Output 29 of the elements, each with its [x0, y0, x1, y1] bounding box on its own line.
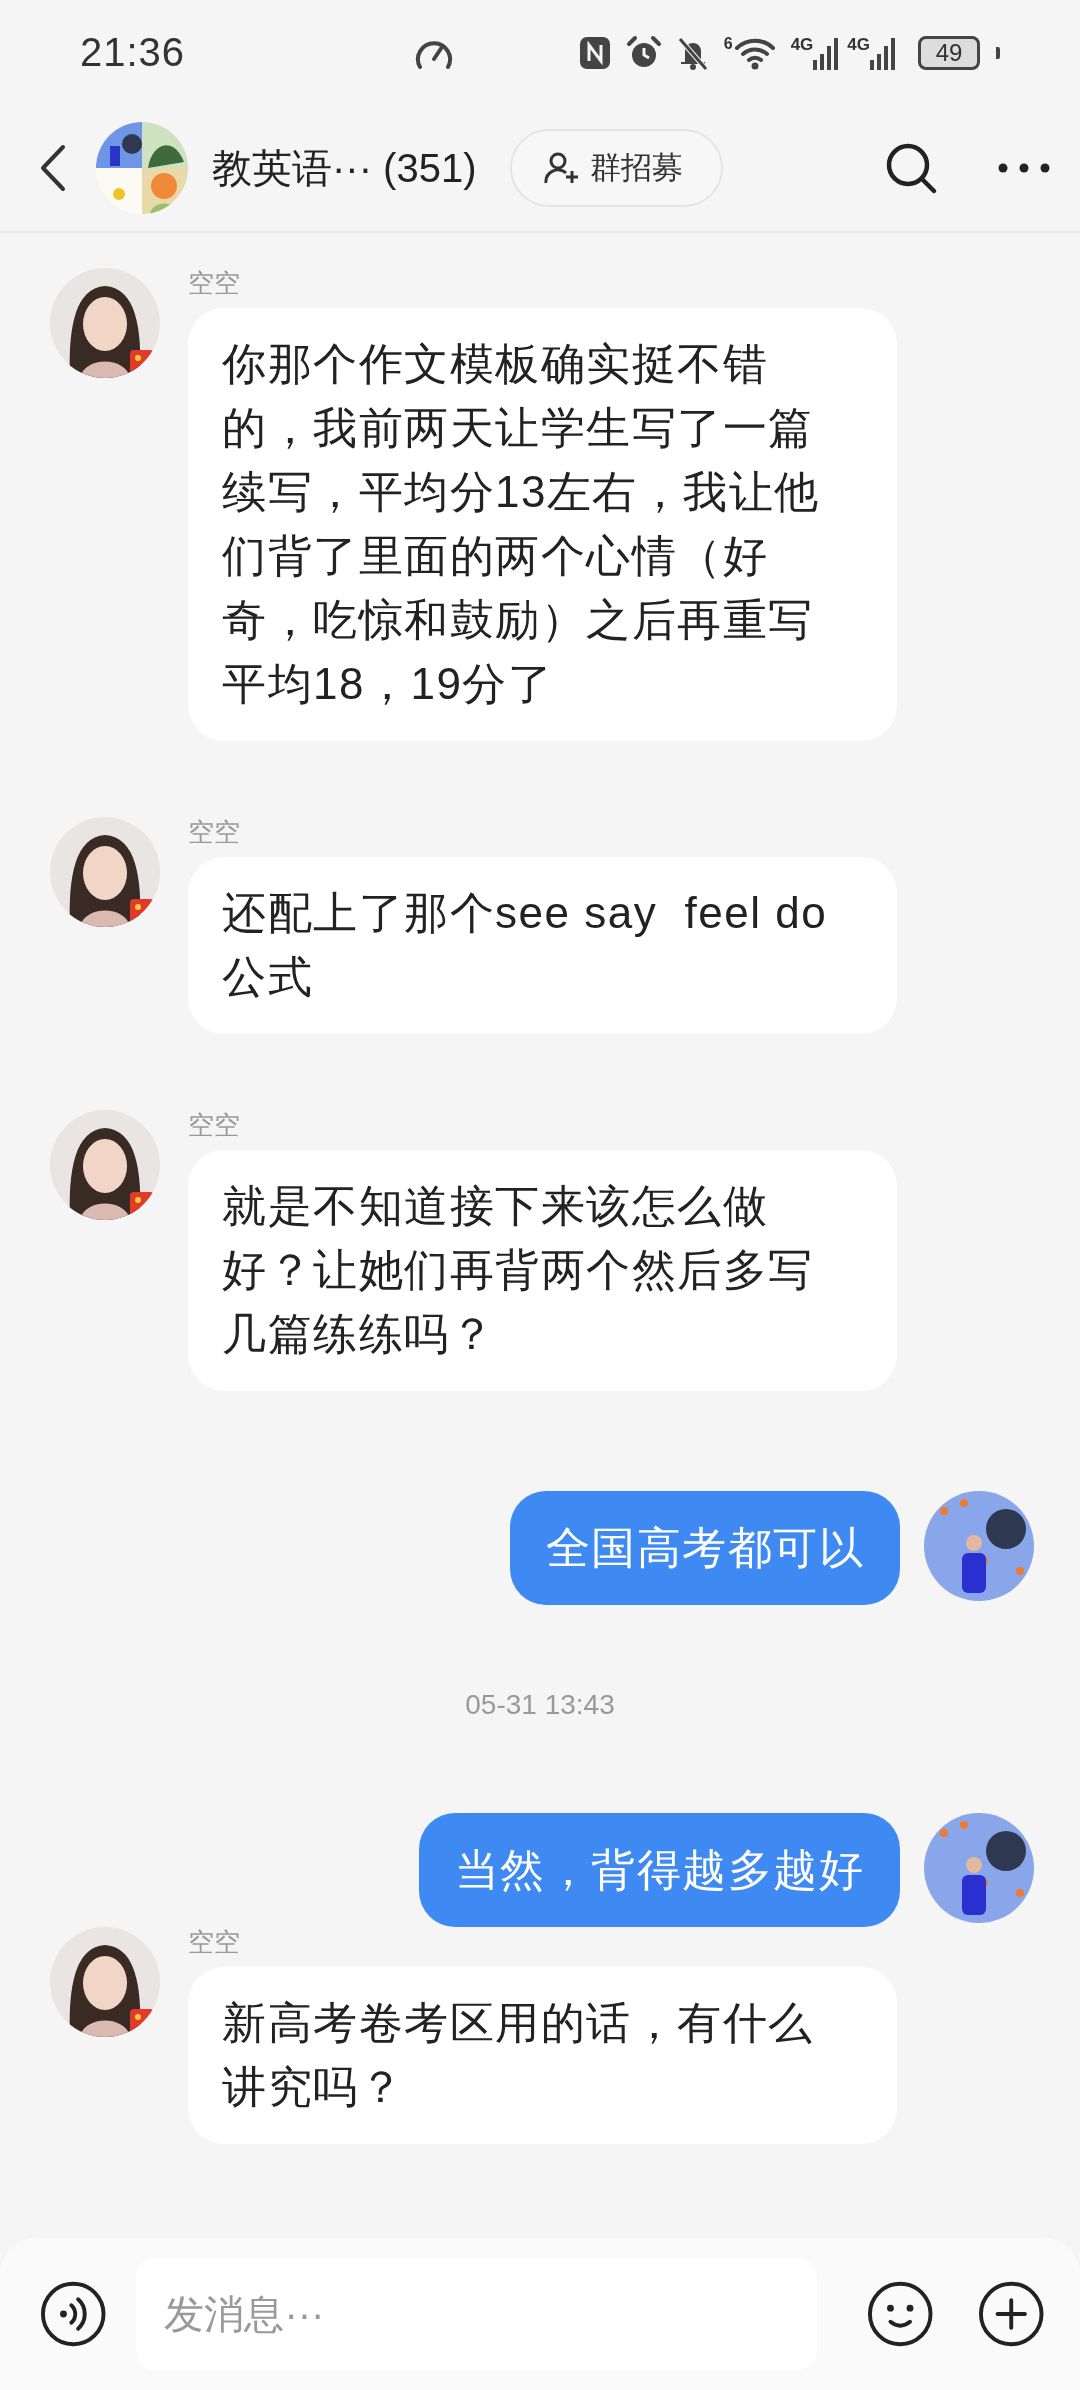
recruit-button[interactable]: 群招募 — [510, 129, 724, 207]
message-bubble: 就是不知道接下来该怎么做好？让她们再背两个然后多写几篇练练吗？ — [188, 1150, 897, 1391]
add-person-icon — [544, 151, 581, 185]
signal-icon — [813, 35, 840, 70]
search-icon[interactable] — [884, 141, 938, 195]
sender-name: 空空 — [188, 1927, 241, 1957]
signal-icon — [870, 35, 896, 70]
message-bubble: 全国高考都可以 — [509, 1491, 900, 1605]
message-input[interactable]: 发消息··· — [136, 2258, 818, 2370]
emoji-icon[interactable] — [867, 2280, 934, 2348]
message-bubble: 新高考卷考区用的话，有什么讲究吗？ — [188, 1967, 897, 2144]
voice-icon[interactable] — [40, 2280, 107, 2348]
message-bubble: 你那个作文模板确实挺不错的，我前两天让学生写了一篇续写，平均分13左右，我让他们背了里面的两个心情（好奇，吃惊和鼓励）之后再重写平均18，19分了 — [188, 308, 897, 741]
network-label: 4G — [790, 35, 814, 53]
sender-name: 空空 — [188, 817, 241, 847]
network-label: 4G — [847, 35, 870, 53]
timestamp: 05-31 13:43 — [464, 1689, 616, 1721]
group-title[interactable]: 教英语··· (351) — [212, 140, 477, 196]
nfc-icon — [577, 34, 612, 71]
message-bubble: 当然，背得越多越好 — [418, 1813, 900, 1927]
clock-time: 21:36 — [80, 30, 186, 75]
message-bubble: 还配上了那个see say feel do 公式 — [188, 857, 897, 1034]
add-icon[interactable] — [977, 2280, 1044, 2348]
more-icon[interactable] — [998, 163, 1050, 173]
sender-name: 空空 — [188, 1110, 241, 1140]
wifi-label: 6 — [723, 35, 733, 52]
battery-indicator: 49 — [918, 35, 980, 70]
sender-name: 空空 — [188, 268, 241, 298]
back-icon[interactable] — [40, 144, 66, 192]
